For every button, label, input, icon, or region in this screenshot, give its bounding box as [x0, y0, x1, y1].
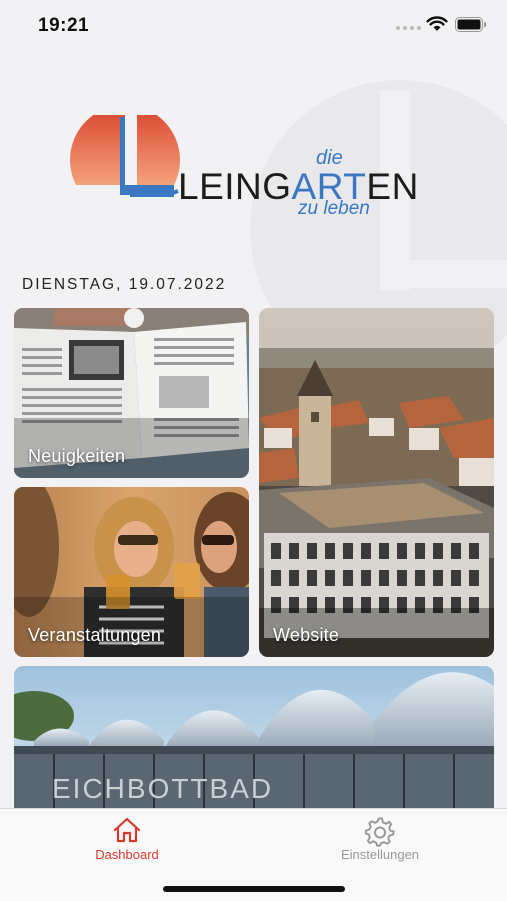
town-aerial-image — [259, 308, 494, 657]
date-label: DIENSTAG, 19.07.2022 — [22, 276, 227, 293]
logo-tagline-bottom: zu leben — [298, 198, 370, 219]
home-icon — [113, 817, 141, 843]
tile-news-label: Neuigkeiten — [28, 446, 126, 466]
tile-website-label: Website — [273, 625, 340, 645]
tile-events[interactable]: Veranstaltungen — [14, 487, 249, 657]
tile-website[interactable]: Website — [259, 308, 494, 657]
gear-icon — [365, 817, 395, 847]
tab-dashboard-label: Dashboard — [95, 847, 159, 862]
tab-settings-label: Einstellungen — [340, 847, 420, 862]
battery-icon — [455, 17, 487, 32]
pool-sign-text: EICHBOTTBAD — [52, 773, 273, 804]
status-time: 19:21 — [38, 15, 90, 36]
signal-dots-icon — [396, 26, 421, 30]
logo-tagline-top: die — [316, 147, 343, 169]
tile-news[interactable]: Neuigkeiten — [14, 308, 249, 478]
tab-settings[interactable]: Einstellungen — [300, 809, 460, 869]
status-bar: 19:21 — [0, 0, 507, 50]
tab-dashboard[interactable]: Dashboard — [47, 809, 207, 869]
tile-pool[interactable]: EICHBOTTBAD — [14, 666, 494, 808]
home-indicator — [163, 886, 345, 892]
swimming-pool-building-image: EICHBOTTBAD — [14, 666, 494, 808]
wifi-icon — [426, 16, 448, 31]
tile-events-label: Veranstaltungen — [28, 625, 162, 645]
